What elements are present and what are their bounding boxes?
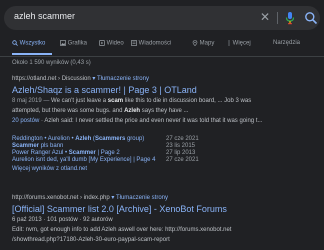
tabs-divider bbox=[0, 56, 324, 57]
tab-all[interactable]: Wszystko bbox=[12, 40, 45, 47]
tab-video[interactable]: Wideo bbox=[99, 40, 124, 47]
tab-label: Grafika bbox=[67, 40, 88, 47]
mic-icon[interactable] bbox=[284, 11, 296, 25]
tabs-bar: Wszystko Grafika Wideo Wiadomości Mapy W… bbox=[0, 38, 324, 56]
sub-result-title[interactable]: Scammer pls bann bbox=[12, 143, 63, 150]
result-meta: 6 paź 2013 · 101 postów · 92 autorów bbox=[12, 217, 113, 223]
sub-results: Reddington • Aurelion • Azleh (Scammers … bbox=[12, 136, 312, 172]
sub-result-title[interactable]: Power Ranger Azul • Scammer | Page 2 bbox=[12, 150, 120, 157]
tab-more[interactable]: Więcej bbox=[227, 40, 251, 47]
result-snippet: /showthread.php?17180-Azleh-30-euro-payp… bbox=[12, 237, 170, 243]
result-title[interactable]: [Official] Scammer list 2.0 [Archive] - … bbox=[12, 204, 312, 214]
search-result: http://forums.xenobot.net › index.php ▾ … bbox=[12, 194, 312, 244]
sub-result-title[interactable]: Reddington • Aurelion • Azleh (Scammers … bbox=[12, 136, 144, 143]
search-input[interactable]: azleh scammer bbox=[14, 11, 75, 21]
sub-result-date: 27 cze 2021 bbox=[166, 157, 199, 163]
snippet-date: 8 maj 2019 — bbox=[12, 98, 52, 104]
sub-title-highlight: Scammer bbox=[12, 143, 40, 149]
sub-title-highlight: Scammer bbox=[68, 150, 96, 156]
sub-title-highlight: Scammers bbox=[94, 136, 126, 142]
tab-news[interactable]: Wiadomości bbox=[131, 40, 171, 47]
translate-link[interactable]: ▾ Tłumaczenie strony bbox=[111, 195, 168, 201]
map-icon bbox=[192, 40, 198, 46]
video-icon bbox=[99, 40, 105, 46]
more-results-link[interactable]: Więcej wyników z otland.net bbox=[12, 166, 312, 172]
result-cite: http://forums.xenobot.net › index.php ▾ … bbox=[12, 194, 312, 201]
cite-url[interactable]: http://forums.xenobot.net bbox=[12, 195, 78, 201]
snippet-text: says they have ... bbox=[140, 108, 189, 114]
cite-path: › Discussion bbox=[56, 76, 93, 82]
tab-maps[interactable]: Mapy bbox=[192, 40, 214, 47]
image-icon bbox=[60, 40, 66, 46]
search-divider bbox=[277, 12, 278, 24]
result-stats: Około 1 590 wyników (0,43 s) bbox=[12, 60, 91, 66]
tab-tools[interactable]: Narzędzia bbox=[273, 40, 300, 46]
snippet-text: We can't just leave a bbox=[51, 98, 108, 104]
search-result: https://otland.net › Discussion ▾ Tłumac… bbox=[12, 75, 312, 125]
snippet-text: like this to die in discussion board, ..… bbox=[123, 98, 252, 104]
sub-title-text: group) bbox=[125, 136, 145, 142]
snippet-text: · Azleh said: I never settled the price … bbox=[39, 118, 263, 124]
search-icon[interactable] bbox=[304, 11, 318, 25]
posts-link[interactable]: 20 postów bbox=[12, 118, 39, 124]
more-icon bbox=[227, 40, 231, 46]
sub-title-text: pls bann bbox=[39, 143, 64, 149]
cite-url[interactable]: https://otland.net bbox=[12, 76, 56, 82]
search-tab-icon bbox=[12, 40, 18, 46]
sub-result-row[interactable]: Power Ranger Azul • Scammer | Page 2 27 … bbox=[12, 150, 312, 157]
sub-title-text: Power Ranger Azul • bbox=[12, 150, 69, 156]
active-tab-indicator bbox=[12, 53, 52, 55]
sub-result-date: 27 lip 2013 bbox=[166, 150, 196, 156]
sub-result-row[interactable]: Reddington • Aurelion • Azleh (Scammers … bbox=[12, 136, 312, 143]
cite-path: › index.php bbox=[78, 195, 112, 201]
sub-result-date: 27 cze 2021 bbox=[166, 136, 199, 142]
sub-result-row[interactable]: Scammer pls bann 23 lis 2015 bbox=[12, 143, 312, 150]
tab-label: Wideo bbox=[106, 40, 124, 47]
sub-result-title[interactable]: Aurelion isnt ded, ya'll dumb [My Experi… bbox=[12, 157, 155, 164]
sub-result-date: 23 lis 2015 bbox=[166, 143, 196, 149]
result-snippet: Edit: nvm, got enough info to add Azleh … bbox=[12, 227, 232, 233]
news-icon bbox=[131, 40, 137, 46]
snippet-highlight: scam bbox=[107, 98, 124, 104]
close-icon[interactable]: ✕ bbox=[260, 10, 270, 24]
snippet-highlight: Azleh bbox=[124, 108, 141, 114]
result-snippet: attempted, but there was some bugs. and … bbox=[12, 107, 312, 115]
translate-link[interactable]: ▾ Tłumaczenie strony bbox=[92, 76, 149, 82]
result-snippet: 20 postów · Azleh said: I never settled … bbox=[12, 117, 312, 125]
tab-label: Mapy bbox=[199, 40, 215, 47]
result-snippet: 8 maj 2019 — We can't just leave a scam … bbox=[12, 97, 312, 105]
result-cite: https://otland.net › Discussion ▾ Tłumac… bbox=[12, 75, 312, 82]
result-title[interactable]: Azleh/Shaqz is a scammer! | Page 3 | OTL… bbox=[12, 85, 312, 95]
tab-label: Wiadomości bbox=[138, 40, 172, 47]
tab-label: Wszystko bbox=[19, 40, 46, 47]
snippet-text: attempted, but there was some bugs. and bbox=[12, 108, 125, 114]
sub-result-row[interactable]: Aurelion isnt ded, ya'll dumb [My Experi… bbox=[12, 157, 312, 164]
sub-title-text: Reddington • Aurelion • bbox=[12, 136, 76, 142]
sub-title-text: | Page 2 bbox=[95, 150, 120, 156]
tab-images[interactable]: Grafika bbox=[60, 40, 87, 47]
search-bar[interactable]: azleh scammer ✕ bbox=[4, 6, 320, 30]
sub-title-highlight: Azleh bbox=[75, 136, 92, 142]
tab-label: Więcej bbox=[232, 40, 251, 47]
